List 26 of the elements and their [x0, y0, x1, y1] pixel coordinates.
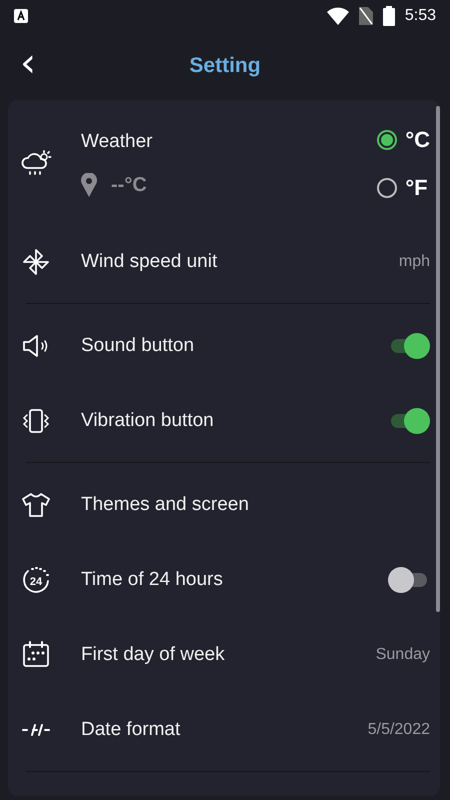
setting-value: mph [398, 252, 430, 270]
setting-label: Themes and screen [81, 494, 250, 516]
setting-row[interactable]: Themes and screen [8, 467, 440, 542]
app-notification-icon [14, 9, 28, 23]
temperature-reading: --°C [111, 174, 147, 196]
battery-icon [382, 6, 395, 26]
no-sim-icon [358, 7, 373, 25]
setting-label: Weather [81, 131, 154, 153]
location-pin-icon [81, 173, 97, 197]
wifi-icon [326, 7, 349, 25]
setting-value: 5/5/2022 [368, 720, 430, 738]
setting-label: Time of 24 hours [81, 568, 224, 590]
unit-radio-option[interactable]: °F [377, 175, 430, 201]
unit-radio-option[interactable]: °C [377, 127, 430, 153]
setting-row[interactable]: First day of week Sunday [8, 617, 440, 692]
page-title: Setting [189, 54, 261, 77]
setting-label: Wind speed unit [81, 250, 218, 272]
setting-row[interactable]: Date format 5/5/2022 [8, 692, 440, 767]
clock-time: 5:53 [404, 7, 436, 25]
setting-label: Date format [81, 718, 182, 740]
setting-row[interactable]: Wind speed unit mph [8, 224, 440, 299]
setting-label: First day of week [81, 644, 226, 666]
setting-label: Sound button [81, 334, 196, 356]
back-button[interactable]: ‹ [20, 43, 36, 89]
setting-value: Sunday [376, 646, 430, 664]
setting-label: Vibration button [81, 410, 215, 432]
